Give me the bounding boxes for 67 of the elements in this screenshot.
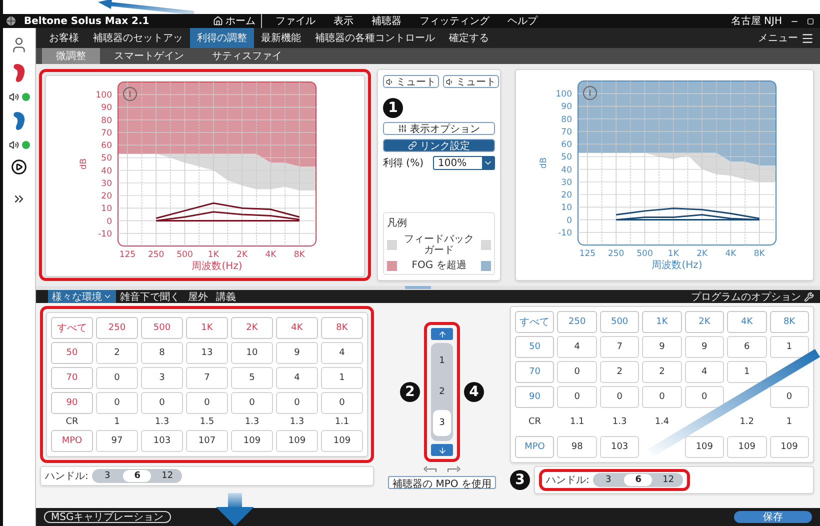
tick-label: 2K	[236, 250, 248, 260]
tick-label: 50	[560, 152, 572, 163]
tick-label: 40	[560, 165, 572, 176]
tick-label: 0	[566, 216, 572, 226]
tick-label: 50	[101, 154, 112, 164]
tick-label: -10	[558, 228, 572, 238]
legend-title: 凡例	[387, 217, 408, 230]
tick-label: 500	[176, 250, 193, 260]
row-label: CR	[66, 417, 78, 427]
tick-label: 60	[560, 140, 572, 150]
tick-label: 90	[560, 102, 572, 112]
axis-title: 周波数(Hz)	[192, 261, 242, 272]
tick-label: 4K	[265, 250, 276, 260]
tick-label: 70	[101, 128, 112, 138]
tick-label: 30	[560, 178, 572, 188]
table-cell: 1.5	[200, 417, 214, 427]
table-cell: 1	[786, 417, 792, 427]
table-cell: 1.3	[244, 417, 260, 427]
tick-label: 8K	[294, 250, 305, 260]
callout-number: 1	[383, 98, 403, 118]
tick-label: 10	[101, 204, 112, 214]
table-cell: 1.1	[570, 417, 584, 427]
tick-label: 125	[119, 250, 136, 260]
tick-label: 4K	[724, 249, 736, 259]
gain-label: 利得 (%)	[383, 156, 424, 170]
legend-label: フィードバックガード	[403, 234, 475, 256]
handle-label: ハンドル:	[45, 470, 88, 483]
tick-label: 500	[636, 249, 652, 259]
tick-label: 0	[106, 216, 112, 227]
table-cell: 1.2	[740, 417, 754, 427]
tick-label: 8K	[753, 249, 764, 259]
axis-title: dB	[538, 157, 548, 169]
tick-label: 1K	[667, 249, 678, 259]
table-cell: 1.3	[612, 417, 627, 427]
tick-label: 250	[608, 249, 624, 259]
legend-label: FOG を超過	[410, 260, 468, 271]
tick-label: 1K	[208, 250, 219, 260]
callout-number: 4	[464, 382, 484, 402]
tick-label: 20	[101, 192, 112, 202]
tick-label: 100	[555, 90, 572, 100]
tick-label: 20	[560, 190, 572, 201]
tick-label: 2K	[696, 249, 708, 259]
tick-label: 80	[560, 114, 572, 125]
axis-title: dB	[79, 158, 89, 170]
table-cell: 1.4	[654, 417, 670, 427]
tick-label: 125	[578, 249, 596, 259]
tick-label: 100	[96, 90, 112, 101]
tick-label: 10	[560, 203, 572, 214]
table-cell: 1.3	[154, 417, 170, 427]
app-title: Beltone Solus Max 2.1	[24, 16, 150, 26]
callout-number: 3	[510, 470, 530, 490]
tick-label: 70	[560, 127, 572, 138]
tick-label: 250	[148, 250, 164, 260]
table-cell: 1.3	[290, 417, 304, 427]
user-name: 名古屋 NJH	[730, 14, 782, 28]
row-label: CR	[528, 417, 541, 427]
tick-label: -10	[98, 229, 112, 240]
table-cell: 1	[114, 417, 120, 427]
axis-title: 周波数(Hz)	[651, 260, 702, 271]
tick-label: 60	[101, 141, 112, 152]
tick-label: 30	[101, 178, 112, 189]
tick-label: 90	[101, 103, 112, 114]
callout-number: 2	[400, 382, 420, 402]
tick-label: 80	[101, 116, 112, 126]
tick-label: 40	[101, 166, 112, 176]
table-cell: 1.1	[334, 417, 350, 427]
handle-label: ハンドル:	[546, 474, 590, 487]
